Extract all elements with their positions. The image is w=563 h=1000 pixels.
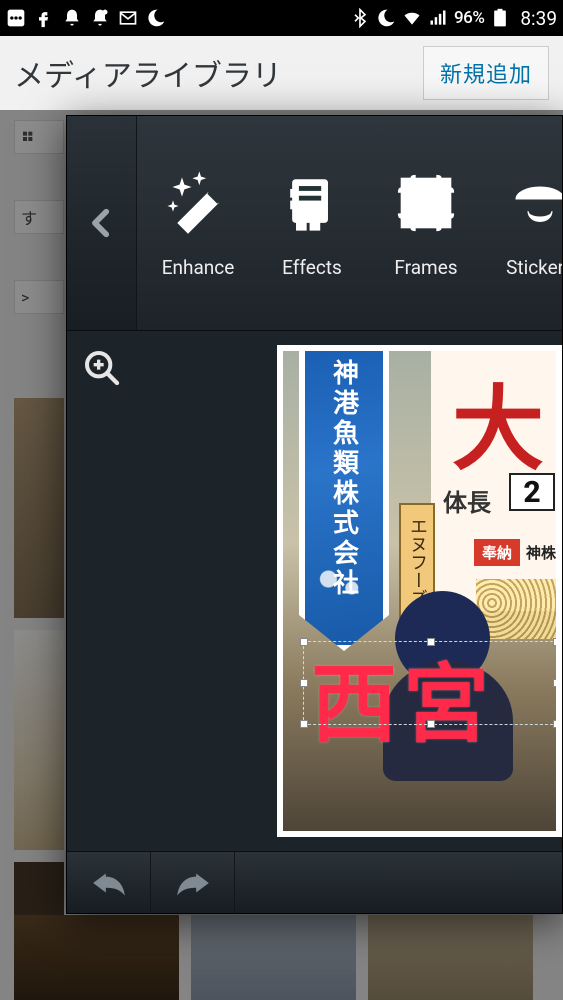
- bell-alert-icon: [90, 8, 110, 28]
- add-new-button[interactable]: 新規追加: [423, 46, 549, 100]
- resize-handle[interactable]: [427, 720, 435, 728]
- banner-text: 神港魚類株式会社: [326, 359, 363, 599]
- editor-footer: [67, 851, 562, 913]
- resize-handle[interactable]: [553, 638, 556, 646]
- ribbon-label: 奉納: [474, 539, 520, 566]
- status-clock: 8:39: [520, 7, 557, 30]
- length-value: 2: [509, 473, 555, 511]
- gmail-icon: [118, 8, 138, 28]
- enhance-icon: [163, 168, 233, 238]
- tool-label: Frames: [394, 256, 457, 279]
- photo-board: 大 体長 2 奉納 神株: [431, 351, 556, 611]
- tool-label: Effects: [282, 256, 342, 279]
- photo-editor-modal: Enhance Effects Frames Stickers: [66, 115, 563, 914]
- ribbon-text: 神株: [526, 542, 556, 563]
- board-big-kanji: 大: [452, 355, 544, 488]
- frames-icon: [391, 168, 461, 238]
- page-header: メディアライブラリ 新規追加: [0, 36, 563, 110]
- selection-marquee[interactable]: [303, 641, 556, 725]
- facebook-icon: [34, 8, 54, 28]
- android-status-bar: 96% 8:39: [0, 0, 563, 36]
- tool-effects[interactable]: Effects: [257, 168, 367, 279]
- resize-handle[interactable]: [553, 720, 556, 728]
- effects-icon: [277, 168, 347, 238]
- length-label: 体長: [443, 483, 491, 518]
- tool-enhance[interactable]: Enhance: [143, 168, 253, 279]
- photo-banner: 神港魚類株式会社: [299, 351, 389, 651]
- stickers-icon: [505, 168, 562, 238]
- page-title: メディアライブラリ: [14, 51, 282, 95]
- editor-toolbar: Enhance Effects Frames Stickers: [67, 116, 562, 331]
- wifi-icon: [402, 8, 422, 28]
- image-canvas[interactable]: 神港魚類株式会社 大 体長 2 奉納 神株 エヌフーズ㈱ 西宮: [277, 345, 562, 837]
- edited-photo: 神港魚類株式会社 大 体長 2 奉納 神株 エヌフーズ㈱ 西宮: [283, 351, 556, 831]
- dnd-moon-icon: [146, 8, 166, 28]
- editor-canvas-area: 神港魚類株式会社 大 体長 2 奉納 神株 エヌフーズ㈱ 西宮: [67, 331, 562, 851]
- resize-handle[interactable]: [300, 720, 308, 728]
- signal-icon: [428, 8, 448, 28]
- resize-handle[interactable]: [553, 679, 556, 687]
- bell-icon: [62, 8, 82, 28]
- resize-handle[interactable]: [427, 638, 435, 646]
- tool-stickers[interactable]: Stickers: [485, 168, 562, 279]
- moon-icon: [376, 8, 396, 28]
- undo-button[interactable]: [67, 852, 151, 914]
- resize-handle[interactable]: [300, 679, 308, 687]
- tool-label: Stickers: [506, 256, 562, 279]
- more-icon: [6, 8, 26, 28]
- battery-percentage: 96%: [454, 8, 484, 28]
- resize-handle[interactable]: [300, 638, 308, 646]
- tool-frames[interactable]: Frames: [371, 168, 481, 279]
- battery-icon: [490, 8, 510, 28]
- redo-button[interactable]: [151, 852, 235, 914]
- zoom-in-button[interactable]: [77, 343, 127, 393]
- bluetooth-icon: [350, 8, 370, 28]
- back-button[interactable]: [67, 116, 137, 330]
- tool-label: Enhance: [162, 256, 235, 279]
